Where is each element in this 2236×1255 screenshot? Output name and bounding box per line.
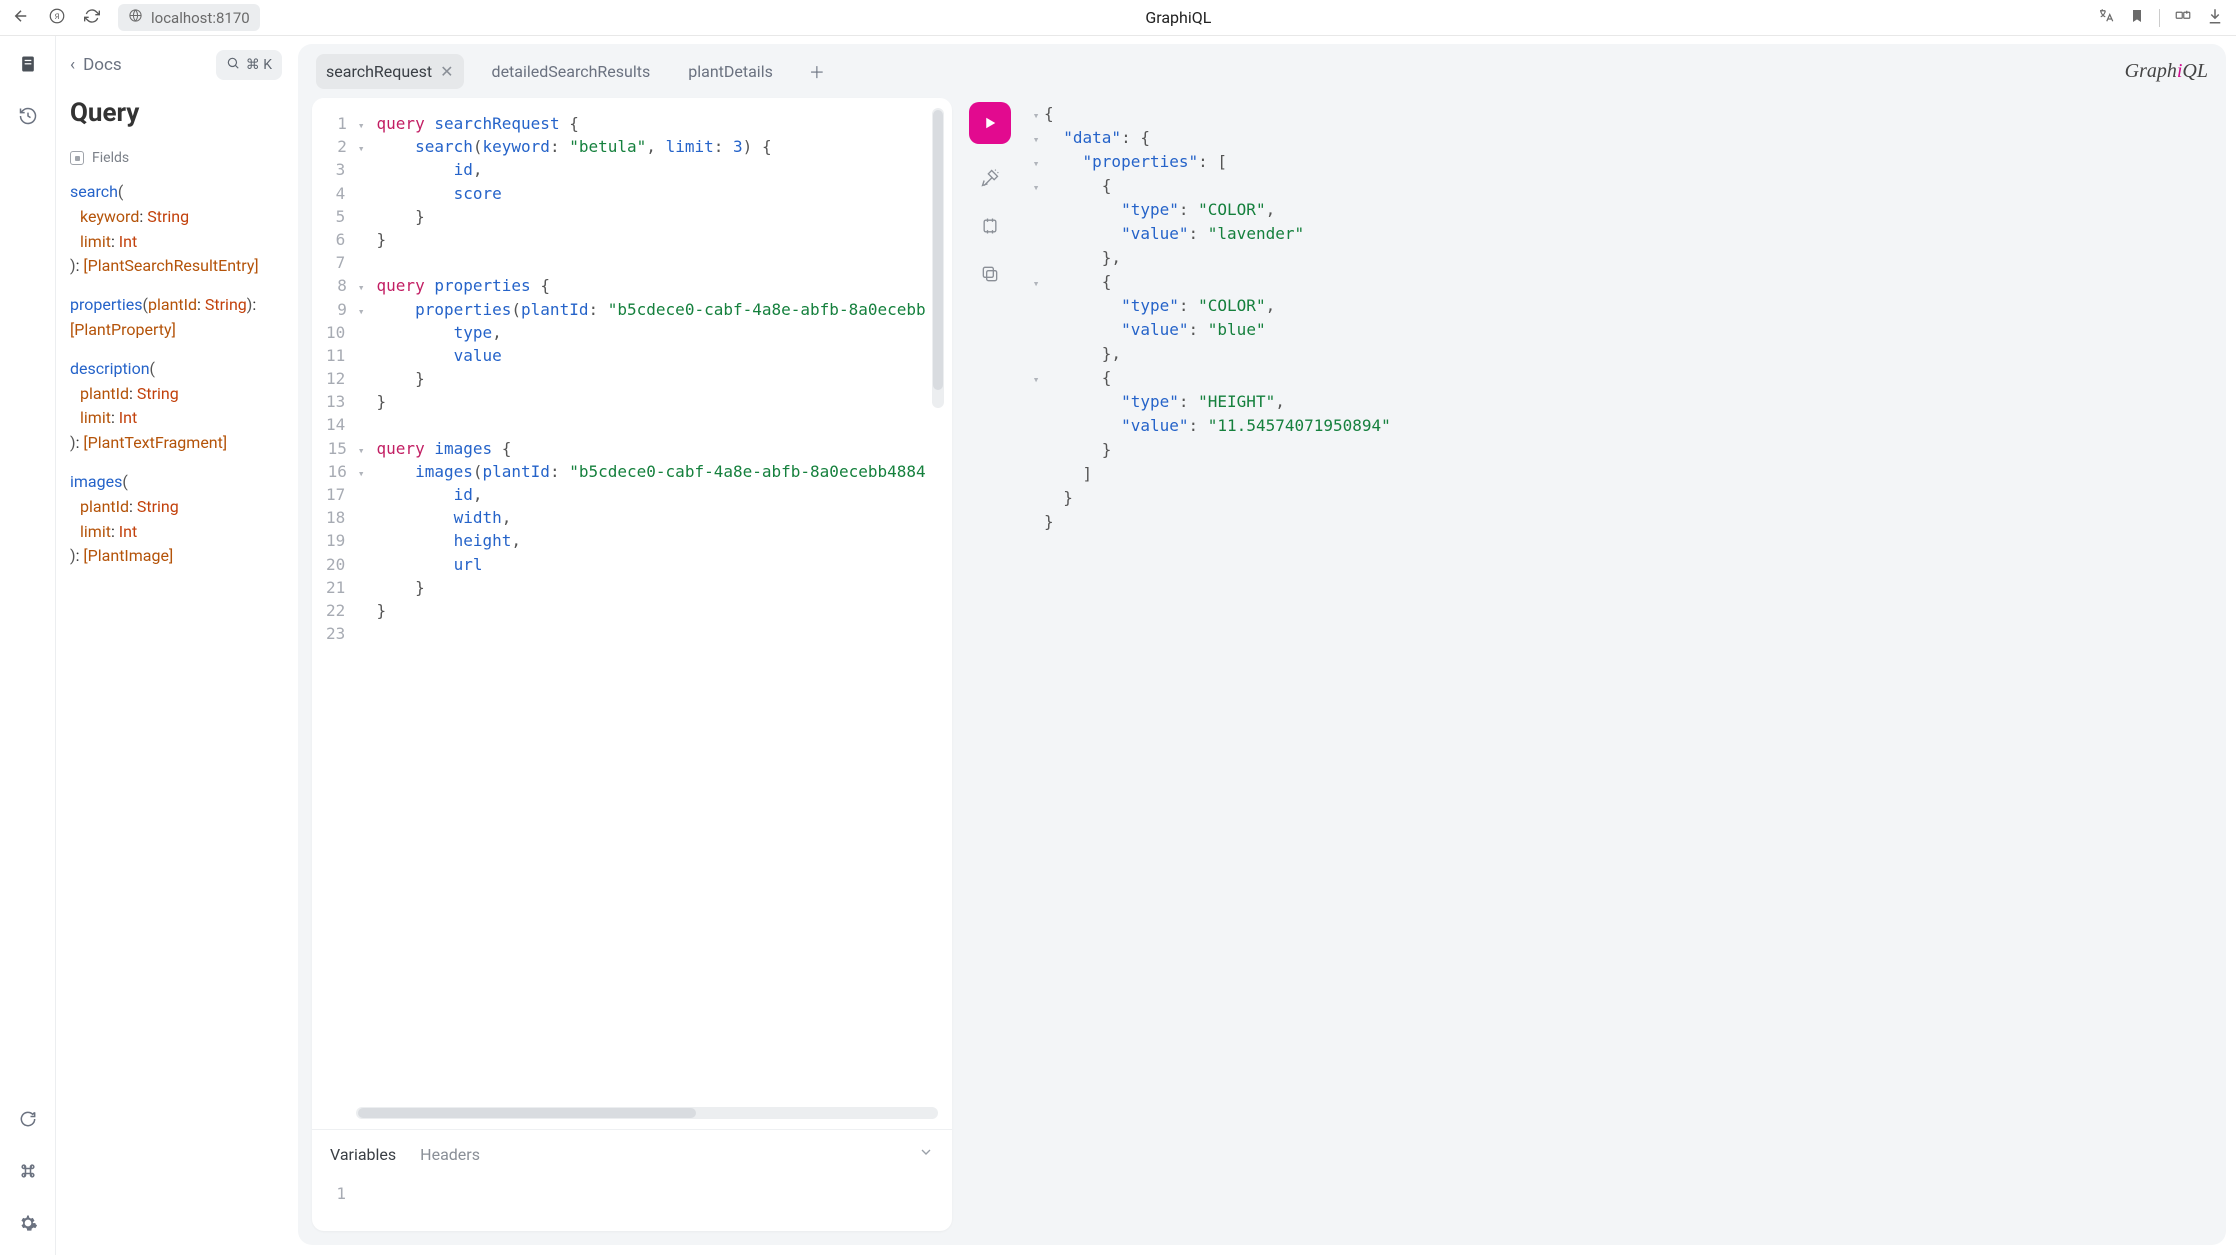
left-rail bbox=[0, 36, 56, 1255]
tab-label: searchRequest bbox=[326, 62, 432, 81]
browser-nav: Я localhost:8170 bbox=[12, 4, 260, 31]
svg-text:Я: Я bbox=[55, 12, 60, 21]
address-text: localhost:8170 bbox=[151, 9, 250, 27]
field-description[interactable]: description(plantId: Stringlimit: Int): … bbox=[70, 357, 282, 456]
fields-heading[interactable]: Fields bbox=[70, 150, 282, 166]
brand-post: QL bbox=[2182, 60, 2208, 82]
prettify-icon[interactable] bbox=[980, 168, 1000, 192]
field-properties[interactable]: properties(plantId: String): [PlantPrope… bbox=[70, 293, 282, 343]
app: ‹ Docs ⌘ K Query Fields search(keyword: … bbox=[0, 36, 2236, 1255]
tabs: searchRequest ✕ detailedSearchResults plant… bbox=[316, 54, 833, 89]
horizontal-scrollbar[interactable] bbox=[356, 1107, 938, 1119]
variables-gutter: 1 bbox=[330, 1184, 356, 1203]
docs-panel: ‹ Docs ⌘ K Query Fields search(keyword: … bbox=[56, 36, 298, 1255]
translate-icon[interactable] bbox=[2097, 7, 2115, 29]
download-icon[interactable] bbox=[2206, 7, 2224, 29]
editor-gutter: 1 ▾ 2 ▾ 3 4 5 6 7 8 ▾ 9 ▾ 10 11 12 13 14… bbox=[312, 98, 373, 1107]
editor-tools bbox=[966, 98, 1014, 1231]
search-icon bbox=[226, 56, 240, 74]
bookmark-icon[interactable] bbox=[2129, 8, 2145, 28]
editor-column: 1 ▾ 2 ▾ 3 4 5 6 7 8 ▾ 9 ▾ 10 11 12 13 14… bbox=[312, 98, 952, 1231]
back-icon[interactable] bbox=[12, 7, 30, 29]
tab-label: plantDetails bbox=[688, 62, 773, 81]
browser-actions bbox=[2097, 7, 2224, 29]
field-search[interactable]: search(keyword: Stringlimit: Int): [Plan… bbox=[70, 180, 282, 279]
scrollbar-thumb[interactable] bbox=[933, 110, 943, 390]
chevron-down-icon[interactable] bbox=[918, 1144, 934, 1164]
extensions-icon[interactable] bbox=[2174, 7, 2192, 29]
brand-pre: Graph bbox=[2125, 60, 2177, 82]
divider bbox=[2159, 9, 2160, 27]
add-tab-button[interactable]: ＋ bbox=[801, 55, 833, 87]
fields-label: Fields bbox=[92, 150, 129, 166]
field-images[interactable]: images(plantId: Stringlimit: Int): [Plan… bbox=[70, 470, 282, 569]
tab-searchRequest[interactable]: searchRequest ✕ bbox=[316, 54, 464, 89]
copy-icon[interactable] bbox=[980, 264, 1000, 288]
brand: GraphiQL bbox=[2125, 60, 2208, 83]
chevron-left-icon: ‹ bbox=[70, 55, 75, 75]
refresh-schema-icon[interactable] bbox=[18, 1109, 38, 1133]
variables-bar: Variables Headers bbox=[312, 1129, 952, 1178]
search-shortcut: ⌘ K bbox=[246, 57, 272, 73]
editor-card: 1 ▾ 2 ▾ 3 4 5 6 7 8 ▾ 9 ▾ 10 11 12 13 14… bbox=[312, 98, 952, 1231]
docs-back[interactable]: ‹ Docs bbox=[70, 55, 122, 75]
editor-scroll bbox=[932, 108, 944, 1097]
execute-button[interactable] bbox=[969, 102, 1011, 144]
history-icon[interactable] bbox=[18, 106, 38, 130]
scrollbar-thumb[interactable] bbox=[358, 1108, 696, 1118]
tab-headers[interactable]: Headers bbox=[420, 1145, 480, 1164]
variables-tabs: Variables Headers bbox=[330, 1145, 480, 1164]
docs-back-label: Docs bbox=[83, 55, 122, 75]
keyboard-shortcuts-icon[interactable] bbox=[18, 1161, 38, 1185]
reload-icon[interactable] bbox=[84, 8, 100, 28]
globe-icon bbox=[128, 8, 143, 27]
query-editor[interactable]: 1 ▾ 2 ▾ 3 4 5 6 7 8 ▾ 9 ▾ 10 11 12 13 14… bbox=[312, 98, 952, 1107]
tab-plantDetails[interactable]: plantDetails bbox=[678, 54, 783, 89]
docs-title: Query bbox=[70, 98, 282, 128]
variables-editor[interactable]: 1 bbox=[312, 1178, 952, 1231]
vertical-scrollbar[interactable] bbox=[932, 108, 944, 408]
result-panel[interactable]: ▾{▾ "data": {▾ "properties": [▾ { "type"… bbox=[1028, 98, 2212, 1231]
editor-code[interactable]: query searchRequest { search(keyword: "b… bbox=[373, 98, 952, 1107]
merge-icon[interactable] bbox=[980, 216, 1000, 240]
workspace: searchRequest ✕ detailedSearchResults plant… bbox=[298, 44, 2226, 1245]
tab-detailedSearchResults[interactable]: detailedSearchResults bbox=[482, 54, 661, 89]
variables-content[interactable] bbox=[356, 1184, 359, 1203]
tab-label: detailedSearchResults bbox=[492, 62, 651, 81]
close-icon[interactable]: ✕ bbox=[440, 62, 453, 81]
docs-icon[interactable] bbox=[18, 54, 38, 78]
address-bar[interactable]: localhost:8170 bbox=[118, 4, 260, 31]
tab-variables[interactable]: Variables bbox=[330, 1145, 396, 1164]
workspace-top: searchRequest ✕ detailedSearchResults plant… bbox=[298, 44, 2226, 98]
workspace-body: 1 ▾ 2 ▾ 3 4 5 6 7 8 ▾ 9 ▾ 10 11 12 13 14… bbox=[298, 98, 2226, 1245]
collapse-icon bbox=[70, 151, 84, 165]
page-title: GraphiQL bbox=[272, 8, 2085, 27]
profile-icon[interactable]: Я bbox=[48, 7, 66, 29]
docs-search[interactable]: ⌘ K bbox=[216, 50, 282, 80]
browser-bar: Я localhost:8170 GraphiQL bbox=[0, 0, 2236, 36]
settings-icon[interactable] bbox=[18, 1213, 38, 1237]
